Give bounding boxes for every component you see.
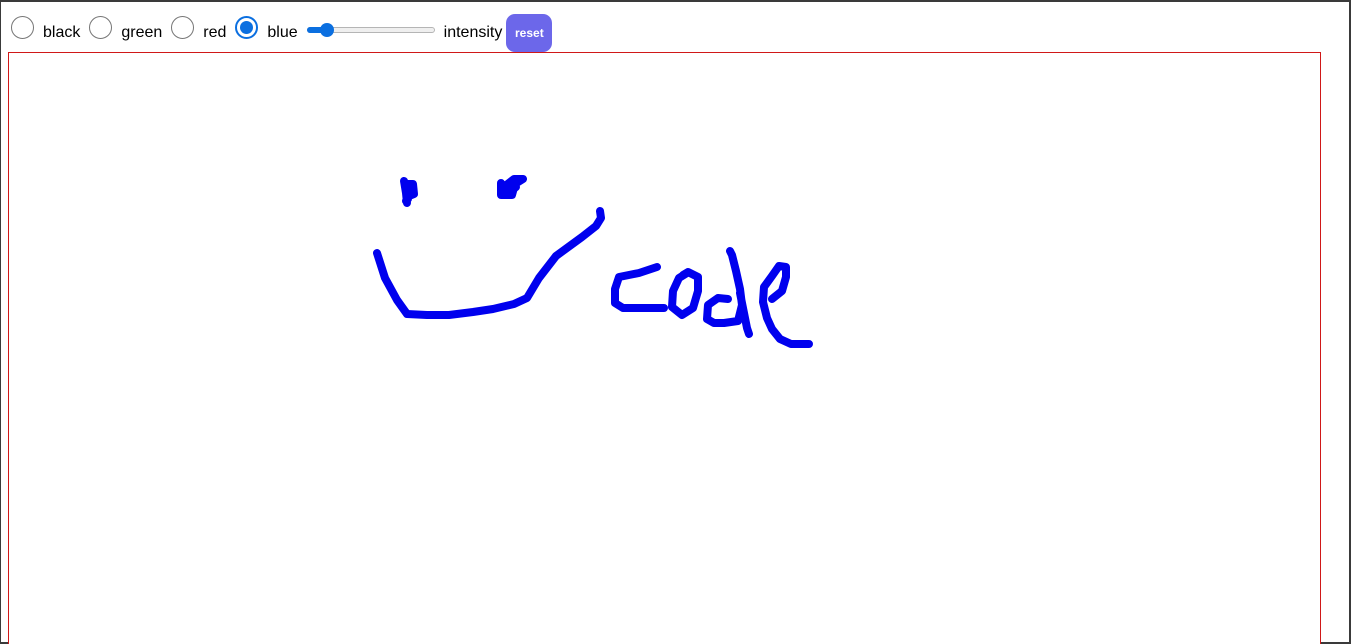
radio-label-blue: blue	[267, 24, 298, 41]
drawn-stroke-left-eye	[400, 177, 418, 207]
drawing-surface	[373, 175, 813, 348]
reset-button[interactable]: reset	[506, 14, 553, 52]
radio-green[interactable]	[89, 15, 113, 39]
radio-label-green: green	[121, 24, 163, 41]
drawn-stroke-letter-o	[668, 268, 702, 319]
drawn-stroke-right-eye	[497, 175, 527, 199]
intensity-slider[interactable]	[306, 20, 435, 40]
radio-blue[interactable]	[235, 15, 259, 39]
radio-label-black: black	[43, 24, 81, 41]
drawing-canvas[interactable]	[8, 52, 1321, 644]
intensity-label: intensity	[443, 24, 503, 41]
color-option-black[interactable]: black	[11, 15, 89, 42]
radio-black[interactable]	[11, 15, 34, 39]
color-option-blue[interactable]: blue	[235, 15, 306, 42]
radio-label-red: red	[203, 24, 227, 41]
intensity-slider-thumb[interactable]	[320, 23, 335, 37]
radio-red[interactable]	[171, 15, 195, 39]
color-option-red[interactable]: red	[171, 15, 235, 42]
drawn-stroke-letter-e	[759, 262, 813, 348]
color-option-green[interactable]: green	[89, 15, 171, 42]
drawn-stroke-smile	[373, 207, 605, 319]
toolbar: black green red blue intensity reset	[11, 11, 553, 53]
drawn-stroke-letter-d	[703, 247, 753, 338]
drawn-stroke-letter-c	[611, 263, 668, 312]
